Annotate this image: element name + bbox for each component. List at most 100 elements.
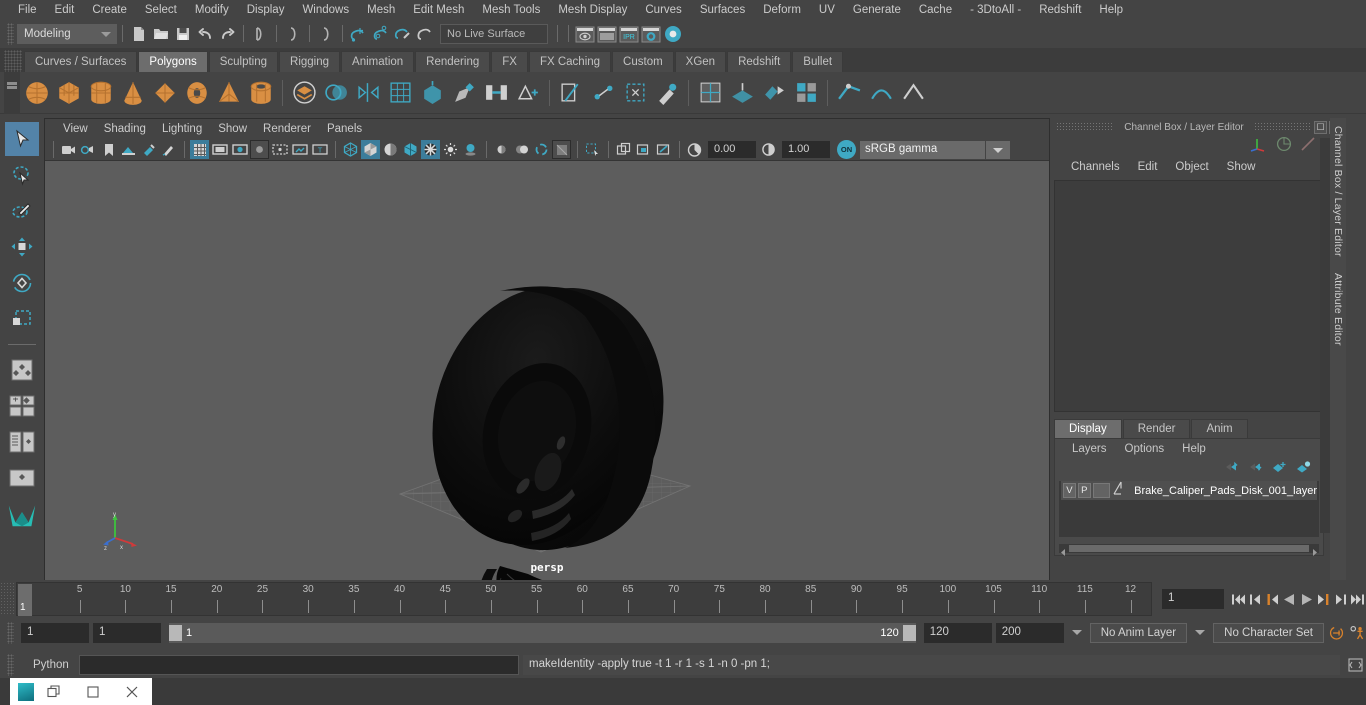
step-back-keyframe-icon[interactable]: [1247, 589, 1264, 609]
single-perspective-layout-icon[interactable]: [5, 389, 39, 423]
menu-item-edit-mesh[interactable]: Edit Mesh: [404, 0, 473, 20]
shelf-tab-animation[interactable]: Animation: [341, 51, 415, 72]
title-safe-icon[interactable]: T: [310, 140, 329, 159]
axis-gizmo-icon[interactable]: [1250, 136, 1268, 157]
shelf-tab-fx-caching[interactable]: FX Caching: [528, 51, 612, 72]
viewport-3d-canvas[interactable]: y z x persp: [45, 161, 1049, 580]
live-surface-field[interactable]: No Live Surface: [440, 24, 548, 44]
time-slider-grip[interactable]: [0, 582, 16, 616]
select-camera-icon[interactable]: [59, 140, 78, 159]
sidebar-item-attribute-editor[interactable]: Attribute Editor: [1330, 265, 1346, 354]
resolution-gate-icon[interactable]: [230, 140, 249, 159]
anim-layer-chevron-down-icon[interactable]: [1068, 623, 1086, 643]
exposure-field[interactable]: 0.00: [708, 141, 756, 158]
go-to-end-icon[interactable]: [1349, 589, 1366, 609]
menu-item-file[interactable]: File: [9, 0, 46, 20]
layer-menu-options[interactable]: Options: [1116, 439, 1174, 459]
command-input[interactable]: [79, 655, 519, 675]
two-sided-lighting-icon[interactable]: [139, 140, 158, 159]
poly-append-icon[interactable]: [513, 77, 543, 109]
viewport-menu-shading[interactable]: Shading: [96, 119, 154, 139]
menu-item-edit[interactable]: Edit: [46, 0, 84, 20]
safe-action-icon[interactable]: [290, 140, 309, 159]
render-view-icon[interactable]: [574, 23, 596, 45]
restore-icon[interactable]: ☐: [1314, 120, 1328, 134]
play-backwards-icon[interactable]: [1281, 589, 1298, 609]
flat-shade-icon[interactable]: [381, 140, 400, 159]
step-back-frame-icon[interactable]: [1264, 589, 1281, 609]
select-by-object-icon[interactable]: [282, 23, 304, 45]
poly-bridge-icon[interactable]: [481, 77, 511, 109]
render-settings-icon[interactable]: [640, 23, 662, 45]
maximize-window-icon[interactable]: [73, 678, 112, 705]
scroll-thumb[interactable]: [1069, 545, 1309, 552]
menu-item-mesh-display[interactable]: Mesh Display: [549, 0, 636, 20]
four-view-layout-icon[interactable]: [5, 353, 39, 387]
shelf-tab-xgen[interactable]: XGen: [674, 51, 727, 72]
menu-item-select[interactable]: Select: [136, 0, 186, 20]
menu-item-mesh-tools[interactable]: Mesh Tools: [473, 0, 549, 20]
poly-sculpt-icon[interactable]: [652, 77, 682, 109]
panel-grip-left[interactable]: [1056, 122, 1115, 132]
paint-select-tool[interactable]: [5, 194, 39, 228]
tab-render[interactable]: Render: [1122, 419, 1191, 438]
shelf-options-icon[interactable]: [4, 71, 20, 114]
character-set-selector[interactable]: No Character Set: [1213, 623, 1324, 643]
poly-uv-editor-icon[interactable]: [695, 77, 725, 109]
shelf-tab-custom[interactable]: Custom: [612, 51, 674, 72]
scale-tool[interactable]: [5, 302, 39, 336]
lasso-select-tool[interactable]: [5, 158, 39, 192]
view-transform-icon[interactable]: [654, 140, 673, 159]
poly-bevel-icon[interactable]: [449, 77, 479, 109]
new-layer-icon[interactable]: [1272, 460, 1287, 478]
move-layer-up-icon[interactable]: [1224, 460, 1239, 478]
poly-mirror-icon[interactable]: [353, 77, 383, 109]
taskbar-window[interactable]: [10, 678, 152, 705]
list-item[interactable]: V P Brake_Caliper_Pads_Disk_001_layer: [1061, 481, 1317, 500]
wireframe-icon[interactable]: [341, 140, 360, 159]
time-slider-track[interactable]: 1 5 10 15 20 25 30 35 40 45 50 55 60 65 70 75 80 85 90 95 1…: [16, 582, 1152, 616]
anim-start-time-field[interactable]: 1: [21, 623, 89, 643]
menu-item-deform[interactable]: Deform: [754, 0, 810, 20]
camera-attributes-icon[interactable]: [79, 140, 98, 159]
channel-menu-object[interactable]: Object: [1166, 156, 1217, 178]
poly-cylinder-icon[interactable]: [86, 77, 116, 109]
snap-to-point-icon[interactable]: [392, 23, 414, 45]
layer-visibility-toggle[interactable]: V: [1063, 483, 1076, 498]
layer-list-scrollbar[interactable]: [1059, 544, 1319, 556]
shelf-tab-rigging[interactable]: Rigging: [279, 51, 341, 72]
layer-menu-help[interactable]: Help: [1173, 439, 1215, 459]
playback-start-time-field[interactable]: 1: [93, 623, 161, 643]
textured-icon[interactable]: [421, 140, 440, 159]
exposure-icon[interactable]: [685, 140, 704, 159]
range-end-handle[interactable]: [902, 625, 916, 641]
xray-icon[interactable]: [583, 140, 602, 159]
anim-layer-selector[interactable]: No Anim Layer: [1089, 623, 1188, 643]
menu-item-curves[interactable]: Curves: [636, 0, 690, 20]
maya-logo-icon[interactable]: [5, 497, 39, 531]
menu-set-selector[interactable]: Modeling: [17, 24, 95, 44]
menu-item-redshift[interactable]: Redshift: [1030, 0, 1090, 20]
xray-active-components-icon[interactable]: [634, 140, 653, 159]
command-language-label[interactable]: Python: [21, 659, 75, 671]
film-origin-icon[interactable]: [270, 140, 289, 159]
viewport-menu-view[interactable]: View: [55, 119, 96, 139]
shelf-tab-polygons[interactable]: Polygons: [138, 51, 208, 72]
shelf-grip[interactable]: [4, 50, 22, 72]
gamma-on-icon[interactable]: ON: [837, 140, 856, 159]
menu-item-generate[interactable]: Generate: [844, 0, 910, 20]
motion-blur-icon[interactable]: [512, 140, 531, 159]
paint-effects-icon[interactable]: [159, 140, 178, 159]
command-line-grip[interactable]: [7, 654, 14, 676]
poly-plane-icon[interactable]: [150, 77, 180, 109]
smooth-shade-icon[interactable]: [361, 140, 380, 159]
character-set-chevron-down-icon[interactable]: [1191, 623, 1209, 643]
shelf-tab-rendering[interactable]: Rendering: [415, 51, 491, 72]
select-by-hierarchy-icon[interactable]: [249, 23, 271, 45]
scroll-left-icon[interactable]: [1059, 544, 1068, 556]
snap-to-curve-icon[interactable]: [370, 23, 392, 45]
channel-menu-show[interactable]: Show: [1218, 156, 1265, 178]
scroll-right-icon[interactable]: [1310, 544, 1319, 556]
shelf-tab-curves-surfaces[interactable]: Curves / Surfaces: [24, 51, 138, 72]
select-by-component-icon[interactable]: [315, 23, 337, 45]
